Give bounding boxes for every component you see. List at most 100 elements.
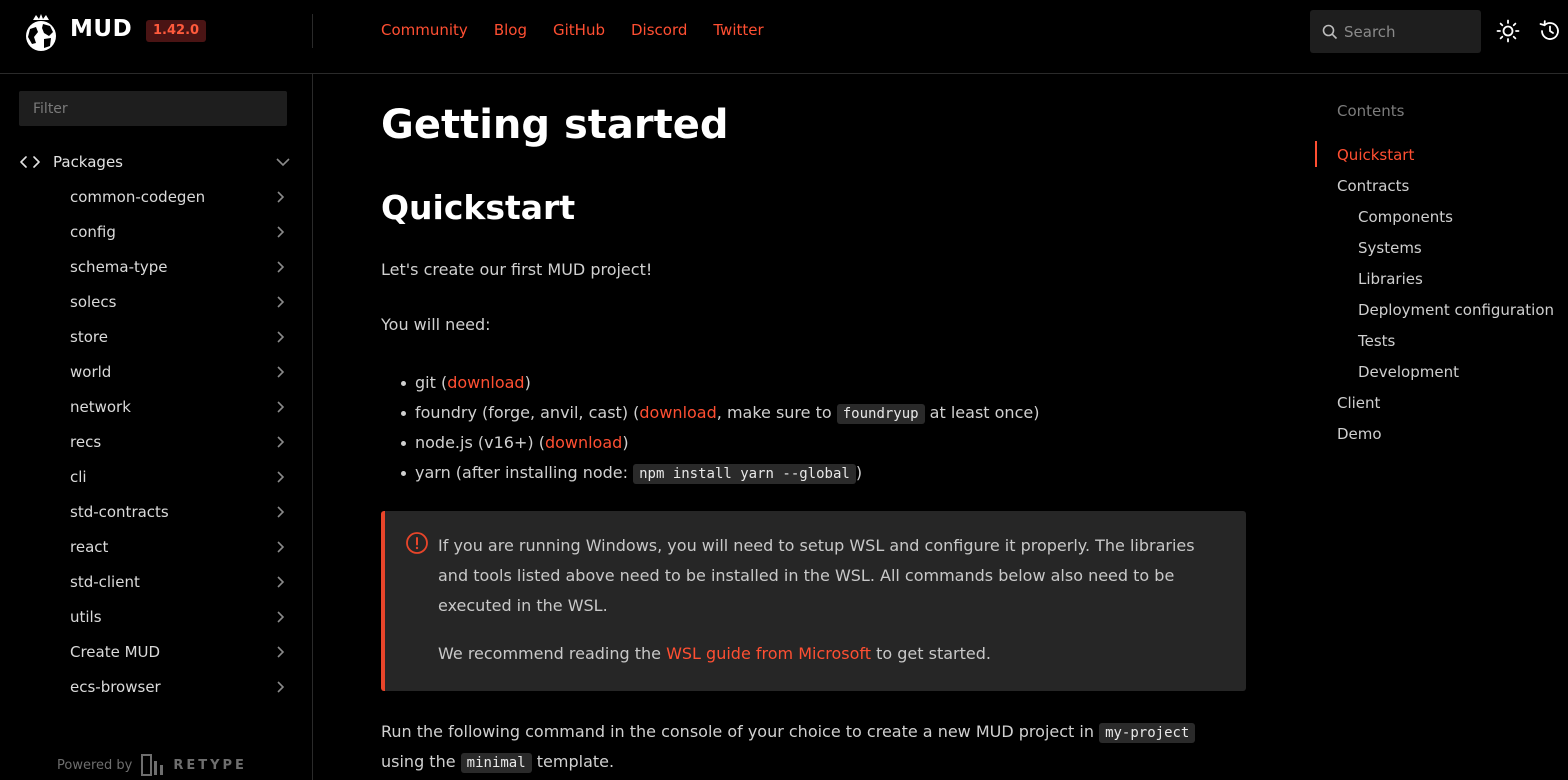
sidebar-item-schema-type[interactable]: schema-type: [0, 249, 313, 284]
list-item-text: ): [524, 373, 531, 392]
list-item-text: ): [622, 433, 629, 452]
node-download-link[interactable]: download: [545, 433, 622, 452]
inline-code: my-project: [1099, 723, 1196, 743]
chevron-right-icon: [277, 330, 285, 343]
sidebar-item-label: world: [70, 362, 112, 381]
sidebar-item-recs[interactable]: recs: [0, 424, 313, 459]
brand-name[interactable]: MUD: [70, 16, 132, 42]
toc-list: Quickstart Contracts Components Systems …: [1315, 139, 1568, 449]
search-icon: [1322, 24, 1338, 39]
header-divider: [312, 14, 313, 48]
chevron-right-icon: [277, 435, 285, 448]
chevron-down-icon: [276, 158, 290, 167]
nav-link-twitter[interactable]: Twitter: [713, 21, 763, 39]
sidebar-section-label: Packages: [53, 153, 123, 171]
sidebar-item-label: Create MUD: [70, 642, 161, 661]
sidebar-item-react[interactable]: react: [0, 529, 313, 564]
page-title: Getting started: [381, 102, 729, 148]
nav-link-discord[interactable]: Discord: [631, 21, 687, 39]
sidebar-item-label: network: [70, 397, 131, 416]
chevron-right-icon: [277, 610, 285, 623]
sun-icon[interactable]: [1496, 19, 1520, 43]
toc-item-libraries[interactable]: Libraries: [1315, 263, 1568, 294]
sidebar-item-world[interactable]: world: [0, 354, 313, 389]
run-command-text-2: using the minimal template.: [381, 752, 615, 773]
toc-item-demo[interactable]: Demo: [1315, 418, 1568, 449]
sidebar-item-utils[interactable]: utils: [0, 599, 313, 634]
toc-item-components[interactable]: Components: [1315, 201, 1568, 232]
list-item: yarn (after installing node: npm install…: [397, 458, 1039, 488]
sidebar: Packages common-codegen config schema-ty…: [0, 74, 313, 780]
table-of-contents: Contents Quickstart Contracts Components…: [1315, 74, 1568, 780]
top-nav: Community Blog GitHub Discord Twitter: [381, 21, 764, 39]
foundry-download-link[interactable]: download: [639, 403, 716, 422]
chevron-right-icon: [277, 540, 285, 553]
list-item-text: foundry (forge, anvil, cast) (: [415, 403, 640, 422]
nav-link-blog[interactable]: Blog: [494, 21, 527, 39]
sidebar-item-config[interactable]: config: [0, 214, 313, 249]
chevron-right-icon: [277, 645, 285, 658]
sidebar-list: common-codegen config schema-type solecs…: [0, 179, 313, 704]
list-item: node.js (v16+) (download): [397, 428, 1039, 458]
toc-item-quickstart[interactable]: Quickstart: [1315, 139, 1568, 170]
sidebar-item-label: ecs-browser: [70, 677, 161, 696]
sidebar-item-solecs[interactable]: solecs: [0, 284, 313, 319]
inline-code: minimal: [460, 753, 532, 773]
sidebar-item-label: utils: [70, 607, 102, 626]
sidebar-item-label: solecs: [70, 292, 117, 311]
toc-item-deployment-configuration[interactable]: Deployment configuration: [1315, 294, 1568, 325]
chevron-right-icon: [277, 505, 285, 518]
sidebar-item-network[interactable]: network: [0, 389, 313, 424]
git-download-link[interactable]: download: [447, 373, 524, 392]
list-item-text: ): [855, 463, 863, 482]
list-item-text: node.js (v16+) (: [415, 433, 545, 452]
sidebar-item-common-codegen[interactable]: common-codegen: [0, 179, 313, 214]
requirements-list: git (download) foundry (forge, anvil, ca…: [397, 368, 1039, 488]
callout-recommendation: We recommend reading the WSL guide from …: [438, 644, 991, 663]
list-item-text: at least once): [924, 403, 1040, 422]
filter-input[interactable]: [19, 91, 287, 126]
chevron-right-icon: [277, 260, 285, 273]
chevron-right-icon: [277, 365, 285, 378]
search-input[interactable]: [1344, 22, 1474, 41]
toc-item-client[interactable]: Client: [1315, 387, 1568, 418]
sidebar-item-cli[interactable]: cli: [0, 459, 313, 494]
sidebar-item-ecs-browser[interactable]: ecs-browser: [0, 669, 313, 704]
list-item-text: , make sure to: [716, 403, 837, 422]
nav-link-github[interactable]: GitHub: [553, 21, 605, 39]
top-header: MUD 1.42.0 Community Blog GitHub Discord…: [0, 0, 1568, 74]
wsl-guide-link[interactable]: WSL guide from Microsoft: [666, 644, 871, 663]
chevron-right-icon: [277, 470, 285, 483]
toc-item-tests[interactable]: Tests: [1315, 325, 1568, 356]
run-text: Run the following command in the console…: [381, 722, 1100, 741]
sidebar-item-store[interactable]: store: [0, 319, 313, 354]
sidebar-item-std-client[interactable]: std-client: [0, 564, 313, 599]
retype-logo-icon: [141, 754, 164, 776]
sidebar-section-packages[interactable]: Packages: [20, 150, 290, 174]
nav-link-community[interactable]: Community: [381, 21, 468, 39]
sidebar-item-create-mud[interactable]: Create MUD: [0, 634, 313, 669]
version-badge: 1.42.0: [146, 20, 207, 42]
toc-item-contracts[interactable]: Contracts: [1315, 170, 1568, 201]
mud-logo-icon[interactable]: [22, 12, 60, 52]
search-box[interactable]: [1310, 10, 1481, 53]
history-icon[interactable]: [1538, 19, 1562, 43]
sidebar-item-label: schema-type: [70, 257, 168, 276]
sidebar-item-label: config: [70, 222, 116, 241]
main-content: Getting started Quickstart Let's create …: [313, 74, 1315, 780]
run-text: using the: [381, 752, 461, 771]
toc-item-development[interactable]: Development: [1315, 356, 1568, 387]
sidebar-item-label: std-contracts: [70, 502, 169, 521]
powered-by-retype[interactable]: Powered by RETYPE: [57, 754, 247, 776]
run-text: template.: [531, 752, 615, 771]
chevron-right-icon: [277, 190, 285, 203]
sidebar-item-label: std-client: [70, 572, 140, 591]
chevron-right-icon: [277, 225, 285, 238]
sidebar-item-std-contracts[interactable]: std-contracts: [0, 494, 313, 529]
chevron-right-icon: [277, 400, 285, 413]
sidebar-item-label: common-codegen: [70, 187, 206, 206]
list-item-text: yarn (after installing node:: [415, 463, 634, 482]
list-item-text: git (: [415, 373, 448, 392]
sidebar-item-label: cli: [70, 467, 87, 486]
toc-item-systems[interactable]: Systems: [1315, 232, 1568, 263]
